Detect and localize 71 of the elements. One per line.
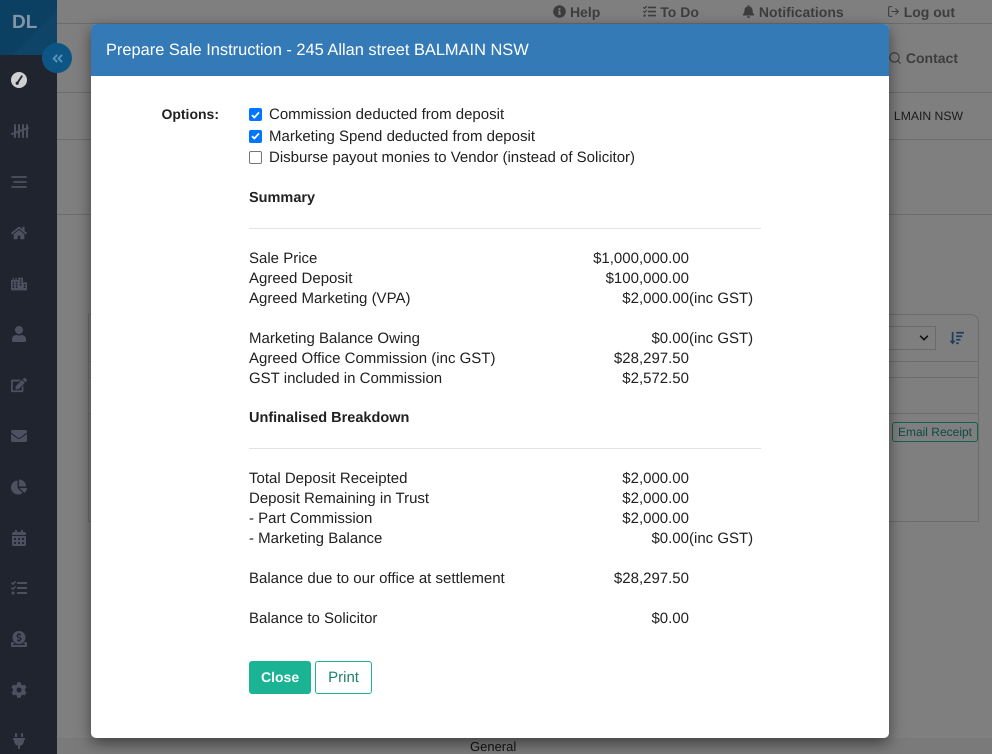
close-button[interactable]: Close <box>249 660 312 694</box>
option-label: Commission deducted from deposit <box>269 105 504 125</box>
option-label: Disburse payout monies to Vendor (instead of Solicitor) <box>269 148 636 168</box>
double-chevron-icon <box>50 52 64 64</box>
row-label: Total Deposit Receipted <box>249 468 408 488</box>
row-value: $2,572.50 <box>622 368 689 388</box>
lines-icon[interactable] <box>11 176 27 188</box>
row-label: - Part Commission <box>249 508 372 528</box>
settings-icon[interactable] <box>11 682 27 698</box>
print-button[interactable]: Print <box>315 660 372 694</box>
search-icon <box>888 51 902 65</box>
help-link[interactable]: Help <box>552 4 600 20</box>
row-label: Balance to Solicitor <box>249 608 378 628</box>
tally-icon[interactable] <box>11 124 29 138</box>
pie-chart-icon[interactable] <box>11 478 27 495</box>
edit-icon[interactable] <box>11 377 27 394</box>
row-label: - Marketing Balance <box>249 528 382 548</box>
tab-label[interactable]: General <box>470 738 516 754</box>
buildings-icon[interactable] <box>11 276 27 292</box>
row-value: $2,000.00 <box>622 288 689 308</box>
checkbox[interactable] <box>249 108 262 122</box>
chevron-down-icon <box>919 333 929 343</box>
row-value: $0.00 <box>651 328 689 348</box>
section-heading: Unfinalised Breakdown <box>249 408 410 428</box>
logout-icon <box>886 5 900 18</box>
options-label: Options: <box>161 105 219 124</box>
sort-icon[interactable] <box>950 331 964 345</box>
row-value: $2,000.00 <box>622 488 689 508</box>
row-value: $0.00 <box>651 528 689 548</box>
row-value: $28,297.50 <box>614 348 689 368</box>
search-link[interactable]: Contact <box>888 50 958 66</box>
email-receipt-button[interactable]: Email Receipt <box>892 422 978 442</box>
row-value: $2,000.00 <box>622 508 689 528</box>
checkbox[interactable] <box>249 130 262 143</box>
row-label: Sale Price <box>249 248 318 268</box>
row-label: Deposit Remaining in Trust <box>249 488 430 508</box>
row-label: GST included in Commission <box>249 368 442 388</box>
row-value: $0.00 <box>651 608 689 628</box>
row-label: Agreed Deposit <box>249 268 352 288</box>
home-icon[interactable] <box>11 224 27 241</box>
row-note: (inc GST) <box>689 328 754 348</box>
user-icon[interactable] <box>11 326 27 342</box>
row-label: Agreed Office Commission (inc GST) <box>249 348 496 368</box>
row-label: Agreed Marketing (VPA) <box>249 288 410 308</box>
section-heading: Summary <box>249 188 316 208</box>
collapse-button[interactable] <box>42 43 72 73</box>
checkbox[interactable] <box>249 151 262 164</box>
row-value: $100,000.00 <box>606 268 689 288</box>
envelope-icon[interactable] <box>11 428 27 444</box>
info-icon <box>552 5 566 18</box>
row-label: Marketing Balance Owing <box>249 328 420 348</box>
row-value: $28,297.50 <box>614 568 689 588</box>
row-value: $2,000.00 <box>622 468 689 488</box>
row-note: (inc GST) <box>689 288 754 308</box>
row-value: $1,000,000.00 <box>593 248 689 268</box>
modal-title: Prepare Sale Instruction - 245 Allan street BALMAIN NSW <box>106 40 529 60</box>
row-label: Balance due to our office at settlement <box>249 568 505 588</box>
notifications-link[interactable]: Notifications <box>742 4 844 20</box>
checklist-icon[interactable] <box>11 580 27 596</box>
logout-link[interactable]: Log out <box>886 4 955 20</box>
bell-icon <box>742 5 755 18</box>
checklist-icon <box>643 5 656 18</box>
gauge-icon[interactable] <box>11 72 27 88</box>
plug-icon[interactable] <box>11 732 27 749</box>
breadcrumb-text: LMAIN NSW <box>894 109 963 123</box>
row-note: (inc GST) <box>689 528 754 548</box>
app-logo: DL <box>0 0 57 55</box>
coin-icon[interactable] <box>11 631 27 648</box>
calendar-icon[interactable] <box>11 530 27 546</box>
todo-link[interactable]: To Do <box>643 4 699 20</box>
option-label: Marketing Spend deducted from deposit <box>269 126 535 146</box>
